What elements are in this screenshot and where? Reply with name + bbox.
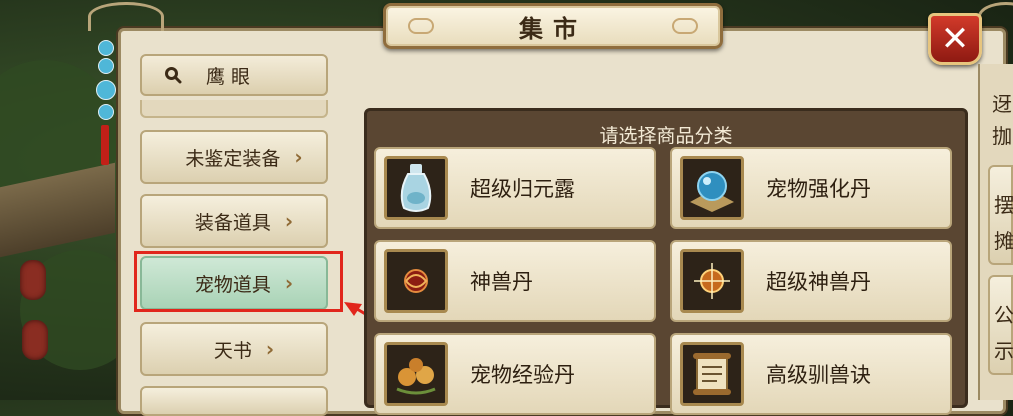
- item-name: 宠物强化丹: [766, 177, 871, 201]
- potion-bottle-icon: [384, 156, 448, 220]
- category-label: 装备道具: [194, 211, 271, 234]
- goods-item-card[interactable]: 神兽丹: [374, 240, 656, 322]
- list-scroll-edge: [140, 100, 328, 118]
- item-name: 高级驯兽诀: [766, 363, 871, 387]
- red-pill-icon: [384, 249, 448, 313]
- chevron-right-icon: ›: [265, 337, 275, 361]
- goods-header: 请选择商品分类: [599, 125, 733, 147]
- item-name: 宠物经验丹: [470, 363, 575, 387]
- chevron-right-icon: ›: [284, 209, 294, 233]
- chevron-right-icon: ›: [294, 145, 303, 169]
- close-icon: ✕: [940, 19, 970, 59]
- item-name: 超级归元露: [470, 177, 575, 201]
- search-label: 鹰眼: [206, 65, 257, 88]
- category-label: 天书: [213, 339, 252, 362]
- category-equipment-items[interactable]: 装备道具 ›: [140, 194, 328, 248]
- search-button[interactable]: 鹰眼: [140, 54, 328, 96]
- right-panel-text: 迓: [992, 92, 1012, 116]
- lantern-icon: [20, 260, 46, 300]
- right-side-tab[interactable]: 摆 摊: [988, 165, 1013, 265]
- window-title-plate: 集市: [383, 3, 723, 49]
- right-panel-text: 摊: [994, 229, 1013, 253]
- right-panel-text: 公: [994, 303, 1013, 327]
- cloud-ornament-icon: [408, 18, 434, 34]
- right-panel-text: 示: [994, 339, 1013, 363]
- close-button[interactable]: ✕: [928, 13, 982, 65]
- right-side-tab[interactable]: 公 示: [988, 275, 1013, 375]
- cloud-ornament-icon: [672, 18, 698, 34]
- category-next-partial[interactable]: [140, 386, 328, 416]
- window-title: 集市: [519, 14, 587, 43]
- scroll-icon: [680, 342, 744, 406]
- golden-pill-icon: [680, 249, 744, 313]
- item-name: 超级神兽丹: [766, 270, 871, 294]
- goods-item-card[interactable]: 宠物强化丹: [670, 147, 952, 229]
- blue-orb-icon: [680, 156, 744, 220]
- category-heavenly-book[interactable]: 天书 ›: [140, 322, 328, 376]
- search-icon: [165, 67, 182, 84]
- right-panel-text: 摆: [994, 193, 1013, 217]
- lantern-icon: [22, 320, 48, 360]
- goods-item-card[interactable]: 高级驯兽诀: [670, 333, 952, 415]
- goods-item-card[interactable]: 宠物经验丹: [374, 333, 656, 415]
- category-label: 未鉴定装备: [185, 147, 281, 170]
- highlight-box: [134, 251, 343, 312]
- goods-item-card[interactable]: 超级神兽丹: [670, 240, 952, 322]
- item-name: 神兽丹: [470, 270, 533, 294]
- corner-ornament-icon: [88, 2, 164, 31]
- corner-ornament-icon: [978, 2, 1013, 31]
- pendant-ornament-icon: [96, 40, 116, 165]
- category-unidentified-equipment[interactable]: 未鉴定装备 ›: [140, 130, 328, 184]
- fruit-pills-icon: [384, 342, 448, 406]
- goods-item-card[interactable]: 超级归元露: [374, 147, 656, 229]
- right-panel-text: 拁: [992, 124, 1012, 148]
